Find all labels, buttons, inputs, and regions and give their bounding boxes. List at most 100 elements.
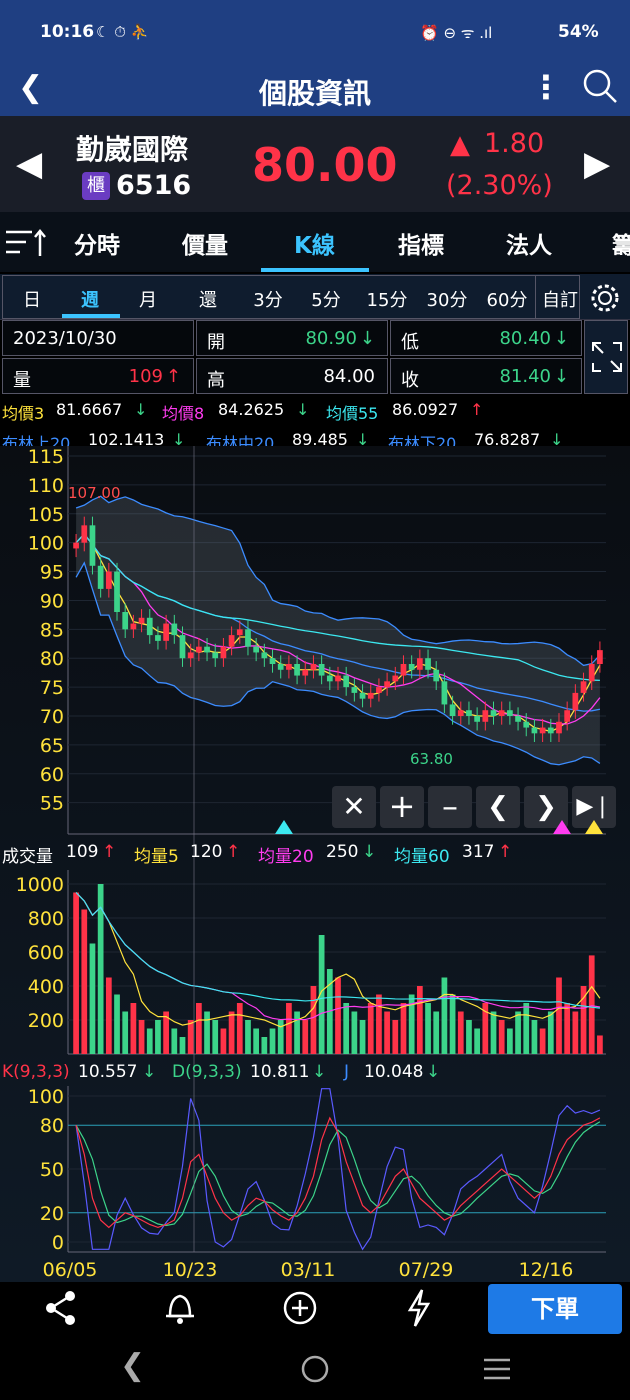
volume-bar (416, 986, 423, 1054)
quote-panel: ◀ 勤崴國際 櫃 6516 80.00 ▲ 1.80 (2.30%) ▶ (0, 116, 630, 212)
volume-bar (441, 977, 448, 1054)
period-active-indicator (62, 314, 120, 318)
low-value: 80.40 (499, 328, 551, 349)
ma8-down-icon: ↓ (296, 400, 310, 419)
volume-up-arrow-icon: ↑ (165, 366, 181, 387)
price-tick-label: 75 (40, 677, 64, 699)
tab-price-volume[interactable]: 價量 (182, 226, 228, 260)
kline-chart[interactable]: 115110105100959085807570656055 100080060… (0, 446, 630, 1282)
scroll-left-button[interactable]: ❮ (476, 786, 520, 828)
status-time: 10:16 (40, 22, 95, 42)
search-icon[interactable] (582, 68, 618, 104)
candle-body (523, 721, 530, 728)
period-divider (535, 275, 536, 319)
ma3-label: 均價3 (2, 404, 45, 423)
volume-bar (261, 1037, 268, 1054)
prev-stock-icon[interactable]: ◀ (16, 144, 42, 184)
volume-bar (73, 892, 79, 1054)
close-chart-button[interactable]: ✕ (332, 786, 376, 828)
share-icon[interactable] (44, 1290, 78, 1326)
period-3min[interactable]: 3分 (246, 286, 290, 312)
open-value: 80.90 (305, 328, 357, 349)
candle-body (89, 525, 96, 566)
tab-indicators[interactable]: 指標 (398, 226, 444, 260)
vol20-label: 均量20 (258, 847, 314, 867)
period-custom[interactable]: 自訂 (538, 286, 582, 312)
volume-bar (269, 1028, 276, 1054)
bell-icon[interactable] (162, 1288, 198, 1326)
j-value: 10.048 (364, 1062, 424, 1082)
volume-bar (597, 1035, 603, 1054)
nav-recents-icon[interactable] (482, 1356, 512, 1382)
kd-tick-label: 50 (40, 1159, 64, 1181)
gear-icon[interactable] (588, 282, 622, 314)
nav-back-icon[interactable]: ❮ (120, 1348, 145, 1383)
candle-body (547, 727, 554, 734)
place-order-button[interactable]: 下單 (488, 1284, 622, 1334)
skip-end-icon: ▶❘ (576, 794, 612, 819)
vol20-value: 250 (326, 842, 359, 862)
period-60min[interactable]: 60分 (482, 286, 532, 312)
volume-bar (498, 1020, 505, 1054)
candle-body (359, 692, 366, 699)
tab-institutional[interactable]: 法人 (506, 226, 552, 260)
zoom-out-button[interactable]: – (428, 786, 472, 828)
period-adjusted[interactable]: 還 (190, 286, 226, 312)
price-tick-label: 65 (40, 735, 64, 757)
candle-body (277, 664, 284, 670)
volume-bar (376, 994, 382, 1054)
tab-kline[interactable]: K線 (294, 226, 335, 260)
candle-body (400, 664, 407, 676)
tab-chips[interactable]: 籌 (612, 226, 630, 260)
candle-body (187, 652, 194, 659)
zoom-in-button[interactable]: + (380, 786, 424, 828)
candle-body (212, 652, 219, 659)
volume-bar (236, 1003, 243, 1054)
back-chevron-icon[interactable]: ❮ (18, 70, 43, 105)
next-stock-icon[interactable]: ▶ (584, 144, 610, 184)
period-day[interactable]: 日 (14, 286, 50, 312)
candle-body (146, 617, 153, 636)
candle-body (539, 727, 546, 734)
ma55-up-icon: ↑ (470, 400, 484, 419)
up-triangle-icon: ▲ (450, 130, 470, 160)
volume-bar (392, 1020, 399, 1054)
kd-tick-label: 0 (52, 1232, 64, 1254)
period-5min[interactable]: 5分 (304, 286, 348, 312)
candle-body (449, 704, 456, 716)
add-circle-icon[interactable] (282, 1290, 318, 1326)
tab-active-indicator (261, 268, 369, 272)
volume-bar (343, 1003, 350, 1054)
system-nav-bar: ❮ (0, 1338, 630, 1400)
lightning-icon[interactable] (404, 1288, 434, 1328)
period-30min[interactable]: 30分 (422, 286, 472, 312)
period-month[interactable]: 月 (130, 286, 166, 312)
x-axis-label: 12/16 (519, 1259, 574, 1281)
period-15min[interactable]: 15分 (362, 286, 412, 312)
nav-home-icon[interactable] (300, 1354, 330, 1384)
volume-bar (507, 1028, 513, 1054)
period-week[interactable]: 週 (72, 286, 108, 312)
volume-bar (531, 1020, 538, 1054)
volume-bar (294, 1011, 300, 1054)
volume-tick-label: 800 (28, 908, 64, 930)
candle-body (155, 635, 161, 641)
more-vertical-icon[interactable]: ⋮ (530, 68, 562, 106)
volume-label: 量 (13, 370, 31, 391)
sort-menu-icon[interactable] (6, 228, 46, 258)
k-value: 10.557 (78, 1062, 138, 1082)
tab-intraday[interactable]: 分時 (74, 226, 120, 260)
volume-bar (302, 1020, 309, 1054)
close-icon: ✕ (342, 790, 366, 823)
x-axis-label: 03/11 (281, 1259, 336, 1281)
info-low-cell: 低 80.40 ↓ (390, 320, 582, 356)
fullscreen-button[interactable] (584, 320, 628, 394)
candle-body (376, 687, 382, 693)
vol60-value: 317 (462, 842, 495, 862)
vol5-up-icon: ↑ (226, 842, 241, 862)
minus-icon: – (442, 787, 458, 825)
candle-body (326, 675, 333, 682)
candle-body (220, 646, 227, 659)
volume-bar (523, 1003, 530, 1054)
candle-body (318, 664, 325, 676)
